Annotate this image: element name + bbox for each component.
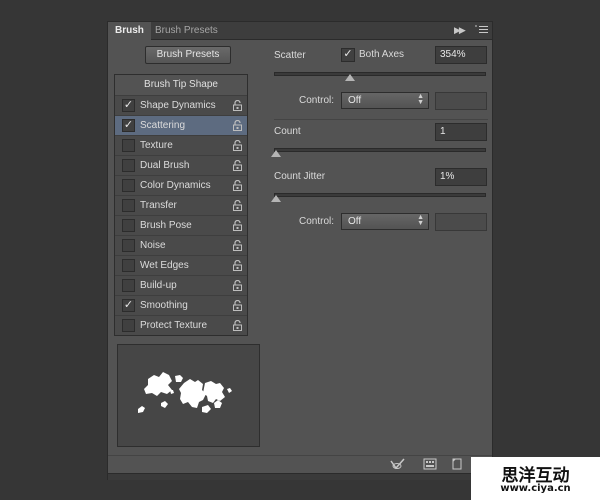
setting-label: Protect Texture [140, 320, 208, 331]
scattering-checkbox[interactable]: ✓ [122, 119, 135, 132]
lock-icon[interactable] [233, 179, 242, 191]
setting-color-dynamics[interactable]: Color Dynamics [115, 175, 247, 195]
setting-label: Brush Pose [140, 220, 192, 231]
setting-label: Smoothing [140, 300, 188, 311]
count-jitter-slider-thumb[interactable] [271, 195, 281, 202]
setting-label: Build-up [140, 280, 177, 291]
lock-icon[interactable] [233, 239, 242, 251]
setting-label: Dual Brush [140, 160, 190, 171]
panel-menu-icon[interactable] [475, 25, 489, 37]
count-control-value: Off [348, 216, 362, 227]
setting-shape-dynamics[interactable]: ✓ Shape Dynamics [115, 95, 247, 115]
brush-panel: Brush Brush Presets ▶▶ Brush Presets Bru… [107, 21, 493, 480]
lock-icon[interactable] [233, 119, 242, 131]
setting-label: Scattering [140, 120, 186, 131]
lock-icon[interactable] [233, 199, 242, 211]
tab-brush[interactable]: Brush [108, 22, 151, 40]
scatter-value-field[interactable]: 354% [435, 46, 487, 64]
smoothing-checkbox[interactable]: ✓ [122, 299, 135, 312]
lock-icon[interactable] [233, 139, 242, 151]
scatter-control-label: Control: [299, 95, 335, 106]
count-control-select[interactable]: Off ▲ ▼ [341, 213, 429, 230]
setting-label: Texture [140, 140, 173, 151]
tab-bar: Brush Brush Presets ▶▶ [108, 22, 492, 40]
both-axes-label: Both Axes [359, 49, 405, 60]
build-up-checkbox[interactable] [122, 279, 135, 292]
wet-edges-checkbox[interactable] [122, 259, 135, 272]
brush-pose-checkbox[interactable] [122, 219, 135, 232]
scatter-label: Scatter [274, 50, 306, 61]
setting-label: Wet Edges [140, 260, 189, 271]
setting-brush-pose[interactable]: Brush Pose [115, 215, 247, 235]
brush-settings-list: Brush Tip Shape ✓ Shape Dynamics ✓ Scatteri… [114, 74, 248, 336]
setting-protect-texture[interactable]: Protect Texture [115, 315, 247, 335]
count-slider-thumb[interactable] [271, 150, 281, 157]
setting-label: Noise [140, 240, 166, 251]
count-control-extra-field [435, 213, 487, 231]
lock-icon[interactable] [233, 299, 242, 311]
divider [274, 119, 488, 120]
lock-icon[interactable] [233, 319, 242, 331]
count-jitter-value-field[interactable]: 1% [435, 168, 487, 186]
brush-grid-icon[interactable] [423, 458, 437, 470]
count-jitter-label: Count Jitter [274, 171, 326, 182]
setting-texture[interactable]: Texture [115, 135, 247, 155]
lock-icon[interactable] [233, 99, 242, 111]
lock-icon[interactable] [233, 259, 242, 271]
texture-checkbox[interactable] [122, 139, 135, 152]
setting-dual-brush[interactable]: Dual Brush [115, 155, 247, 175]
scatter-slider-thumb[interactable] [345, 74, 355, 81]
count-label: Count [274, 126, 301, 137]
brush-tip-shape-item[interactable]: Brush Tip Shape [115, 75, 247, 96]
count-slider-track[interactable] [274, 148, 486, 152]
updown-arrow-icon: ▲ ▼ [417, 214, 424, 227]
updown-arrow-icon: ▲ ▼ [417, 93, 424, 106]
transfer-checkbox[interactable] [122, 199, 135, 212]
setting-noise[interactable]: Noise [115, 235, 247, 255]
brush-presets-button[interactable]: Brush Presets [145, 46, 231, 64]
count-value-field[interactable]: 1 [435, 123, 487, 141]
watermark-url: www.ciya.cn [500, 483, 571, 494]
brush-preview-image [138, 372, 232, 413]
setting-transfer[interactable]: Transfer [115, 195, 247, 215]
setting-wet-edges[interactable]: Wet Edges [115, 255, 247, 275]
panel-footer [108, 455, 492, 472]
brush-stroke-preview [117, 344, 260, 447]
noise-checkbox[interactable] [122, 239, 135, 252]
lock-icon[interactable] [233, 159, 242, 171]
both-axes-checkbox[interactable]: ✓ [341, 48, 355, 62]
color-dynamics-checkbox[interactable] [122, 179, 135, 192]
scatter-control-value: Off [348, 95, 362, 106]
scatter-control-extra-field [435, 92, 487, 110]
toggle-live-tip-icon[interactable] [390, 458, 405, 470]
tab-brush-presets[interactable]: Brush Presets [148, 22, 225, 39]
watermark-logo: 思洋互动 www.ciya.cn [471, 457, 600, 500]
count-control-label: Control: [299, 216, 335, 227]
setting-label: Transfer [140, 200, 177, 211]
double-chevron-right-icon[interactable]: ▶▶ [454, 25, 466, 35]
scatter-slider-track[interactable] [274, 72, 486, 76]
setting-build-up[interactable]: Build-up [115, 275, 247, 295]
setting-smoothing[interactable]: ✓ Smoothing [115, 295, 247, 315]
count-jitter-slider-track[interactable] [274, 193, 486, 197]
setting-label: Shape Dynamics [140, 100, 216, 111]
protect-texture-checkbox[interactable] [122, 319, 135, 332]
dual-brush-checkbox[interactable] [122, 159, 135, 172]
lock-icon[interactable] [233, 279, 242, 291]
new-preset-icon[interactable] [451, 458, 465, 470]
scatter-control-select[interactable]: Off ▲ ▼ [341, 92, 429, 109]
setting-label: Color Dynamics [140, 180, 211, 191]
lock-icon[interactable] [233, 219, 242, 231]
panel-bottom-bar [108, 473, 492, 480]
setting-scattering[interactable]: ✓ Scattering [115, 115, 247, 135]
shape-dynamics-checkbox[interactable]: ✓ [122, 99, 135, 112]
